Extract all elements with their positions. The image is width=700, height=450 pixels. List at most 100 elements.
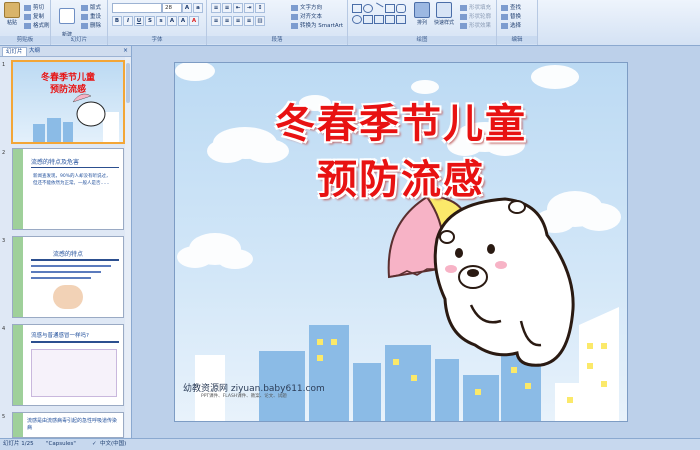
font-color-button[interactable]: A bbox=[189, 16, 199, 26]
quick-styles-button[interactable]: 快速样式 bbox=[432, 2, 456, 26]
replace-icon bbox=[501, 13, 508, 20]
text-direction-icon bbox=[291, 4, 298, 11]
slide-thumbnail-3[interactable]: 流感的特点 bbox=[12, 236, 124, 318]
thumb-text-line bbox=[31, 277, 91, 279]
underline-button[interactable]: U bbox=[134, 16, 144, 26]
reset-button[interactable]: 重设 bbox=[81, 12, 101, 20]
font-name-select[interactable] bbox=[112, 3, 162, 13]
language-indicator[interactable]: 中文(中国) bbox=[100, 439, 126, 450]
tab-slides[interactable]: 幻灯片 bbox=[2, 47, 27, 56]
spacing-button[interactable]: A bbox=[167, 16, 177, 26]
thumb-divider bbox=[31, 341, 119, 343]
justify-button[interactable]: ≡ bbox=[244, 16, 254, 26]
scrollbar-thumb[interactable] bbox=[126, 63, 130, 103]
thumb-accent-bar bbox=[13, 325, 23, 405]
scissors-icon bbox=[24, 4, 31, 11]
rounded-rect-shape-icon[interactable] bbox=[396, 4, 406, 13]
shape-fill-button[interactable]: 形状填充 bbox=[460, 3, 491, 11]
align-right-button[interactable]: ≡ bbox=[233, 16, 243, 26]
status-bar: 幻灯片 1/25 "Capsules" ✓ 中文(中国) bbox=[0, 438, 700, 450]
align-center-button[interactable]: ≡ bbox=[222, 16, 232, 26]
case-button[interactable]: A bbox=[178, 16, 188, 26]
strikethrough-button[interactable]: S bbox=[145, 16, 155, 26]
thumb-accent-bar bbox=[13, 413, 23, 437]
oval-shape-icon[interactable] bbox=[363, 4, 373, 13]
thumb-table bbox=[31, 349, 117, 397]
close-icon[interactable]: × bbox=[123, 47, 128, 54]
slide-thumbnail-4[interactable]: 流感与普通感冒一样吗? bbox=[12, 324, 124, 406]
bold-button[interactable]: B bbox=[112, 16, 122, 26]
font-group: 28 A a B I U S s A A A 字体 bbox=[108, 0, 207, 45]
shrink-font-button[interactable]: a bbox=[193, 3, 203, 13]
watermark-subtext: PPT课件、FLASH课件、教案、论文、试题 bbox=[201, 394, 287, 399]
decrease-indent-button[interactable]: ⇤ bbox=[233, 3, 243, 13]
star-shape-icon[interactable] bbox=[385, 15, 395, 24]
triangle-shape-icon[interactable] bbox=[363, 15, 373, 24]
clipboard-group-label: 剪贴板 bbox=[0, 36, 50, 44]
format-painter-button[interactable]: 格式刷 bbox=[24, 21, 50, 29]
layout-button[interactable]: 版式 bbox=[81, 3, 101, 11]
line-spacing-button[interactable]: ↕ bbox=[255, 3, 265, 13]
smartart-button[interactable]: 转换为 SmartArt bbox=[291, 21, 343, 29]
panel-scrollbar[interactable] bbox=[125, 57, 131, 437]
italic-button[interactable]: I bbox=[123, 16, 133, 26]
slide-number: 4 bbox=[2, 326, 6, 332]
increase-indent-button[interactable]: ⇥ bbox=[244, 3, 254, 13]
layout-icon bbox=[81, 4, 88, 11]
clipboard-group: 粘贴 剪切 复制 格式刷 剪贴板 bbox=[0, 0, 51, 45]
copy-button[interactable]: 复制 bbox=[24, 12, 44, 20]
quick-styles-icon bbox=[436, 2, 452, 18]
shape-effects-button[interactable]: 形状效果 bbox=[460, 21, 491, 29]
thumb-body: 新闻查发现，90%的人却没有听说过，但还不能依然为正常。一般人是否…… bbox=[33, 174, 111, 186]
thumb-text-line bbox=[31, 265, 111, 267]
paragraph-group-label: 段落 bbox=[207, 36, 347, 44]
bullets-button[interactable]: ≡ bbox=[211, 3, 221, 13]
textbox-shape-icon[interactable] bbox=[385, 4, 395, 13]
editing-group: 查找 替换 选择 编辑 bbox=[497, 0, 538, 45]
panel-tabs: 幻灯片 大纲 × bbox=[0, 46, 131, 57]
reset-icon bbox=[81, 13, 88, 20]
thumb-title: 流感是由流感病毒引起的急性呼吸道传染病 bbox=[27, 418, 118, 431]
align-left-button[interactable]: ≡ bbox=[211, 16, 221, 26]
slide-thumbnail-2[interactable]: 流感的特点及危害 新闻查发现，90%的人却没有听说过，但还不能依然为正常。一般人… bbox=[12, 148, 124, 230]
callout-shape-icon[interactable] bbox=[396, 15, 406, 24]
grow-font-button[interactable]: A bbox=[182, 3, 192, 13]
slide-thumbnail-5[interactable]: 流感是由流感病毒引起的急性呼吸道传染病 bbox=[12, 412, 124, 438]
find-button[interactable]: 查找 bbox=[501, 3, 521, 11]
shape-outline-button[interactable]: 形状轮廓 bbox=[460, 12, 491, 20]
shadow-button[interactable]: s bbox=[156, 16, 166, 26]
spellcheck-icon[interactable]: ✓ bbox=[92, 439, 97, 450]
slide-canvas[interactable]: 冬春季节儿童 预防流感 幼教资源网 ziyuan.baby611.com PPT… bbox=[174, 62, 628, 422]
paragraph-group: ≡ ≡ ⇤ ⇥ ↕ ≡ ≡ ≡ ≡ ▥ 文字方向 对齐文本 转换为 SmartA… bbox=[207, 0, 348, 45]
columns-button[interactable]: ▥ bbox=[255, 16, 265, 26]
effects-icon bbox=[460, 22, 467, 29]
thumb-divider bbox=[31, 259, 119, 261]
slide-thumbnail-1[interactable]: 冬春季节儿童 预防流感 bbox=[11, 60, 125, 144]
arrow-shape-icon[interactable] bbox=[374, 15, 384, 24]
text-direction-button[interactable]: 文字方向 bbox=[291, 3, 322, 11]
cut-button[interactable]: 剪切 bbox=[24, 3, 44, 11]
font-size-select[interactable]: 28 bbox=[162, 3, 182, 13]
align-text-button[interactable]: 对齐文本 bbox=[291, 12, 322, 20]
numbering-button[interactable]: ≡ bbox=[222, 3, 232, 13]
thumb-accent-bar bbox=[13, 149, 23, 229]
slide-number: 2 bbox=[2, 150, 6, 156]
slide-title-line1[interactable]: 冬春季节儿童 bbox=[175, 91, 627, 149]
smartart-icon bbox=[291, 22, 298, 29]
thumb-baby-photo bbox=[53, 285, 83, 309]
tab-outline[interactable]: 大纲 bbox=[26, 47, 43, 55]
cursor-icon bbox=[501, 22, 508, 29]
select-button[interactable]: 选择 bbox=[501, 21, 521, 29]
replace-button[interactable]: 替换 bbox=[501, 12, 521, 20]
paste-button[interactable]: 粘贴 bbox=[2, 2, 22, 26]
arrange-button[interactable]: 排列 bbox=[412, 2, 432, 26]
line-shape-icon[interactable] bbox=[372, 2, 384, 14]
slide-number: 1 bbox=[2, 62, 6, 68]
circle-shape-icon[interactable] bbox=[352, 15, 362, 24]
brush-icon bbox=[24, 22, 31, 29]
rectangle-shape-icon[interactable] bbox=[352, 4, 362, 13]
theme-name: "Capsules" bbox=[46, 441, 76, 447]
delete-button[interactable]: 删除 bbox=[81, 21, 101, 29]
slide-number: 5 bbox=[2, 414, 6, 420]
slide-title-line2[interactable]: 预防流感 bbox=[175, 147, 627, 205]
